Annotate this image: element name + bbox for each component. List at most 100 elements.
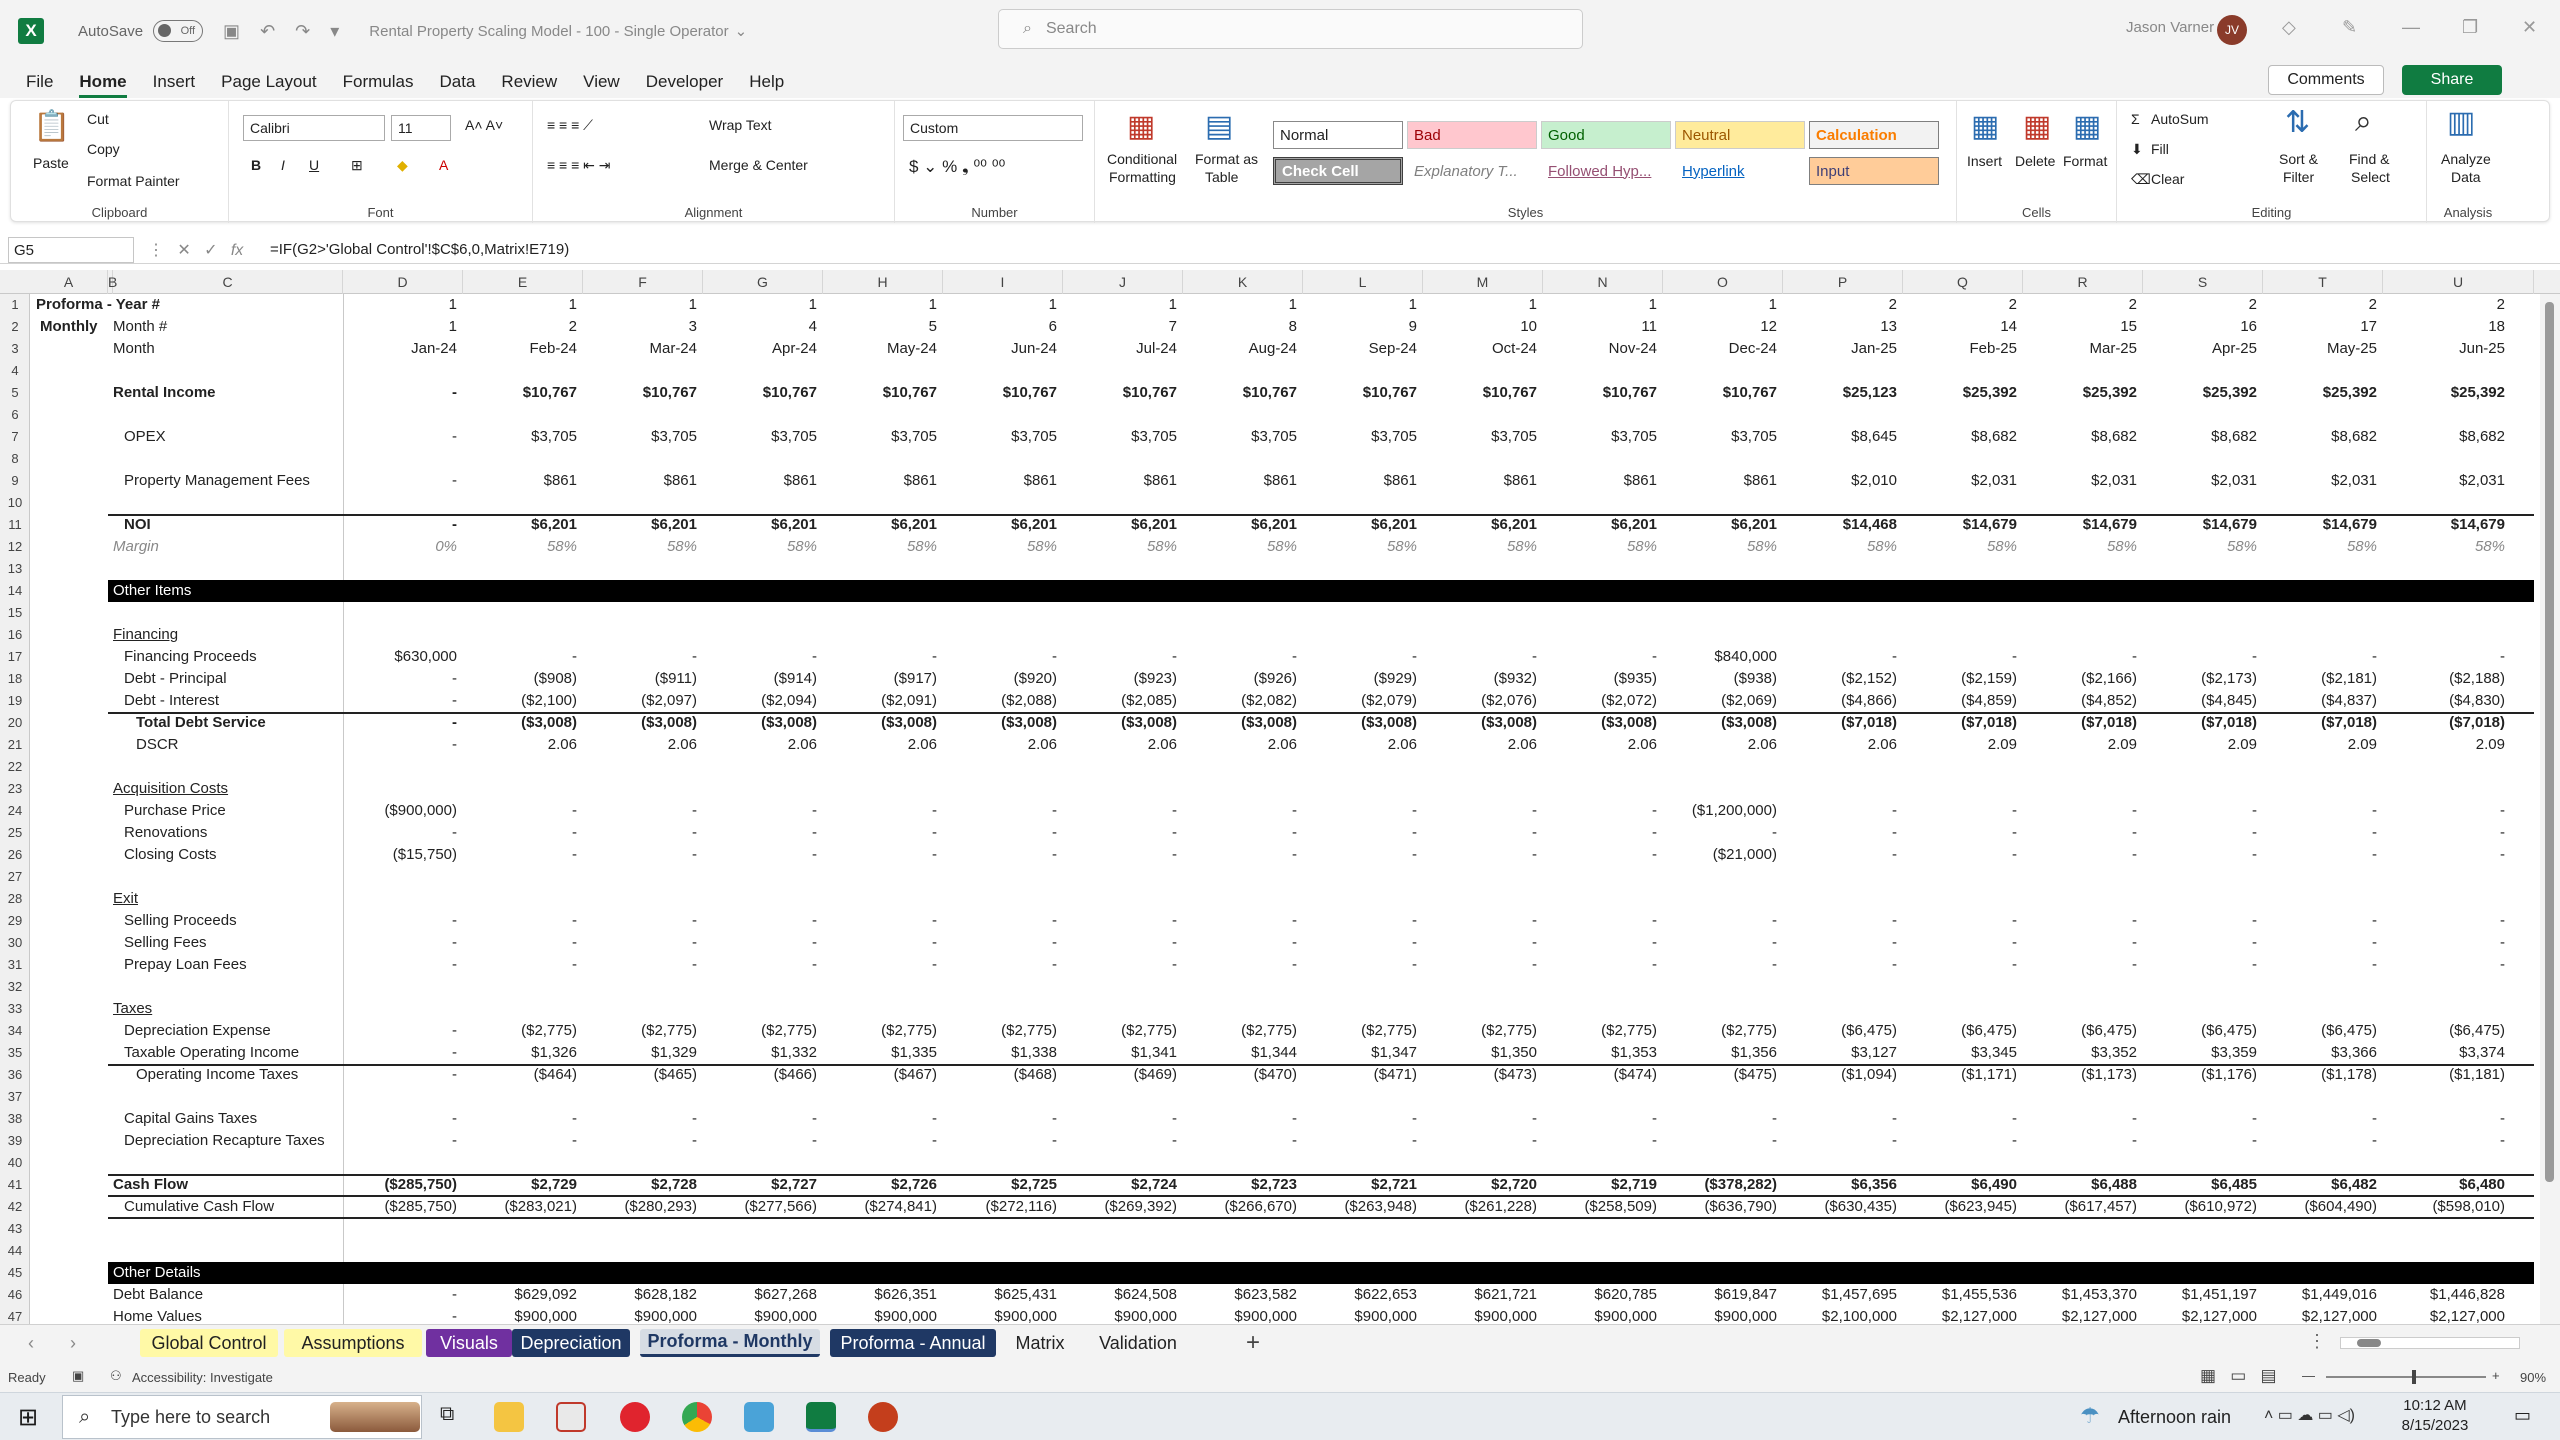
cell[interactable]: ($3,008) xyxy=(1423,712,1537,734)
tab-formulas[interactable]: Formulas xyxy=(343,72,414,98)
cell[interactable]: $1,347 xyxy=(1303,1042,1417,1064)
cell[interactable]: ($466) xyxy=(703,1064,817,1086)
cell[interactable]: 17 xyxy=(2263,316,2377,338)
autosum-button[interactable]: AutoSum xyxy=(2151,111,2209,127)
tab-insert[interactable]: Insert xyxy=(153,72,196,98)
cell[interactable]: 2.06 xyxy=(703,734,817,756)
cell[interactable]: - xyxy=(1543,844,1657,866)
cell[interactable]: ($2,159) xyxy=(1903,668,2017,690)
cell[interactable]: 58% xyxy=(1783,536,1897,558)
cell[interactable]: 2.06 xyxy=(1423,734,1537,756)
cell[interactable]: - xyxy=(343,514,457,536)
cell[interactable]: $861 xyxy=(1183,470,1297,492)
cell[interactable]: ($3,008) xyxy=(1303,712,1417,734)
cell[interactable]: ($465) xyxy=(583,1064,697,1086)
cell[interactable]: ($2,097) xyxy=(583,690,697,712)
conditional-formatting-icon[interactable]: ▦ xyxy=(1127,109,1155,144)
cell[interactable]: - xyxy=(943,1108,1057,1130)
cell[interactable]: - xyxy=(1423,1130,1537,1152)
undo-icon[interactable]: ↶ xyxy=(260,21,275,42)
cell[interactable]: $25,392 xyxy=(2263,382,2377,404)
cell[interactable]: OPEX xyxy=(124,426,166,448)
column-header[interactable]: P xyxy=(1783,270,1903,294)
row-number[interactable]: 21 xyxy=(0,734,30,756)
cell[interactable]: ($274,841) xyxy=(823,1196,937,1218)
cell[interactable]: - xyxy=(1423,954,1537,976)
cell[interactable]: $900,000 xyxy=(583,1306,697,1324)
column-header[interactable]: O xyxy=(1663,270,1783,294)
cell[interactable]: - xyxy=(463,932,577,954)
horizontal-scrollbar[interactable] xyxy=(2340,1337,2520,1349)
cell[interactable]: - xyxy=(343,1130,457,1152)
cell[interactable]: $3,705 xyxy=(1663,426,1777,448)
cell[interactable]: ($4,830) xyxy=(2383,690,2505,712)
cell[interactable]: $1,457,695 xyxy=(1783,1284,1897,1306)
cell[interactable]: ($2,082) xyxy=(1183,690,1297,712)
cell[interactable]: Exit xyxy=(113,888,138,910)
cell[interactable]: ($7,018) xyxy=(1903,712,2017,734)
delete-cells-button[interactable]: Delete xyxy=(2015,153,2055,169)
cell[interactable]: ($6,475) xyxy=(2023,1020,2137,1042)
cell[interactable]: $6,480 xyxy=(2383,1174,2505,1196)
cell[interactable]: $2,127,000 xyxy=(2263,1306,2377,1324)
row-number[interactable]: 45 xyxy=(0,1262,30,1284)
cell[interactable]: ($261,228) xyxy=(1423,1196,1537,1218)
cell[interactable]: - xyxy=(463,1130,577,1152)
cell[interactable]: ($598,010) xyxy=(2383,1196,2505,1218)
cell[interactable]: ($378,282) xyxy=(1663,1174,1777,1196)
cell[interactable]: ($471) xyxy=(1303,1064,1417,1086)
bold-icon[interactable]: B xyxy=(251,157,261,173)
cell[interactable]: $621,721 xyxy=(1423,1284,1537,1306)
name-box[interactable]: G5 xyxy=(8,237,134,263)
cell[interactable]: 2.09 xyxy=(2143,734,2257,756)
cell[interactable]: $1,451,197 xyxy=(2143,1284,2257,1306)
column-header[interactable]: F xyxy=(583,270,703,294)
cell[interactable]: - xyxy=(1183,954,1297,976)
cell[interactable]: - xyxy=(463,910,577,932)
cell[interactable]: ($469) xyxy=(1063,1064,1177,1086)
cell[interactable]: - xyxy=(1423,646,1537,668)
cell[interactable]: ($15,750) xyxy=(343,844,457,866)
cell[interactable]: NOI xyxy=(124,514,151,536)
cell[interactable]: ($283,021) xyxy=(463,1196,577,1218)
cell[interactable]: - xyxy=(1663,1108,1777,1130)
font-size-select[interactable]: 11 xyxy=(391,115,451,141)
column-header[interactable]: H xyxy=(823,270,943,294)
windows-start-icon[interactable]: ⊞ xyxy=(18,1403,38,1432)
cell[interactable]: Debt - Interest xyxy=(124,690,219,712)
macro-icon[interactable]: ▣ xyxy=(72,1368,84,1384)
cell[interactable]: ($6,475) xyxy=(2383,1020,2505,1042)
cell[interactable]: ($926) xyxy=(1183,668,1297,690)
cell[interactable]: $14,679 xyxy=(2023,514,2137,536)
cell[interactable]: - xyxy=(343,734,457,756)
cell[interactable]: 1 xyxy=(943,294,1057,316)
row-number[interactable]: 32 xyxy=(0,976,30,998)
cell[interactable]: - xyxy=(1783,910,1897,932)
cell[interactable]: 2.06 xyxy=(583,734,697,756)
cell[interactable]: ($2,775) xyxy=(943,1020,1057,1042)
cell[interactable]: $6,488 xyxy=(2023,1174,2137,1196)
cell[interactable]: $1,341 xyxy=(1063,1042,1177,1064)
fx-icon[interactable]: ⋮ ✕ ✓ fx xyxy=(148,240,243,260)
cell[interactable]: May-24 xyxy=(823,338,937,360)
cell[interactable]: 1 xyxy=(1423,294,1537,316)
cell[interactable]: Purchase Price xyxy=(124,800,226,822)
cell[interactable]: Acquisition Costs xyxy=(113,778,228,800)
cell[interactable]: - xyxy=(2023,910,2137,932)
cell[interactable]: - xyxy=(2383,954,2505,976)
analyze-data-label2[interactable]: Data xyxy=(2451,169,2481,185)
cell[interactable]: Monthly xyxy=(40,316,98,338)
row-number[interactable]: 14 xyxy=(0,580,30,602)
row-number[interactable]: 13 xyxy=(0,558,30,580)
cell[interactable]: $861 xyxy=(1063,470,1177,492)
row-number[interactable]: 19 xyxy=(0,690,30,712)
cell[interactable]: $861 xyxy=(943,470,1057,492)
row-number[interactable]: 6 xyxy=(0,404,30,426)
cell[interactable]: ($3,008) xyxy=(943,712,1057,734)
format-painter-button[interactable]: Format Painter xyxy=(87,173,180,189)
cell[interactable]: - xyxy=(703,954,817,976)
cell[interactable]: - xyxy=(2143,822,2257,844)
cell[interactable]: $1,353 xyxy=(1543,1042,1657,1064)
cell[interactable]: - xyxy=(343,382,457,404)
cell[interactable]: ($1,094) xyxy=(1783,1064,1897,1086)
